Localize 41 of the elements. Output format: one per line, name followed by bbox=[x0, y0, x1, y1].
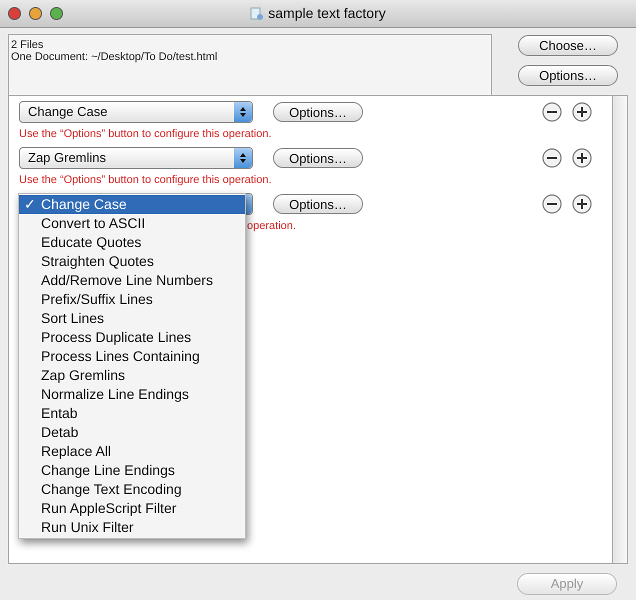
menu-item[interactable]: Change Line Endings bbox=[19, 461, 245, 480]
document-gear-icon bbox=[250, 6, 264, 20]
menu-item[interactable]: Run Unix Filter bbox=[19, 518, 245, 537]
menu-item[interactable]: Convert to ASCII bbox=[19, 214, 245, 233]
add-icon[interactable] bbox=[572, 148, 592, 168]
options-button[interactable]: Options… bbox=[273, 148, 363, 168]
menu-item[interactable]: Educate Quotes bbox=[19, 233, 245, 252]
menu-item[interactable]: Replace All bbox=[19, 442, 245, 461]
remove-icon[interactable] bbox=[542, 102, 562, 122]
remove-icon[interactable] bbox=[542, 148, 562, 168]
close-button[interactable] bbox=[8, 7, 21, 20]
add-icon[interactable] bbox=[572, 102, 592, 122]
operation-popup[interactable]: Change Case bbox=[19, 101, 253, 123]
zoom-button[interactable] bbox=[50, 7, 63, 20]
options-button[interactable]: Options… bbox=[273, 194, 363, 214]
menu-item[interactable]: Run AppleScript Filter bbox=[19, 499, 245, 518]
menu-item[interactable]: Process Duplicate Lines bbox=[19, 328, 245, 347]
hint-text: Use the “Options” button to configure this operation. bbox=[19, 173, 272, 188]
menu-item[interactable]: Sort Lines bbox=[19, 309, 245, 328]
menu-item[interactable]: Entab bbox=[19, 404, 245, 423]
menu-item[interactable]: Detab bbox=[19, 423, 245, 442]
menu-item[interactable]: ✓ Change Case bbox=[19, 195, 245, 214]
menu-item[interactable]: Prefix/Suffix Lines bbox=[19, 290, 245, 309]
side-button[interactable]: Choose… bbox=[518, 35, 618, 56]
minimize-button[interactable] bbox=[29, 7, 42, 20]
file-info-text: 2 Files bbox=[11, 39, 44, 51]
operation-popup[interactable]: Zap Gremlins bbox=[19, 147, 253, 169]
options-button[interactable]: Options… bbox=[273, 102, 363, 122]
menu-item[interactable]: Normalize Line Endings bbox=[19, 385, 245, 404]
window-title: sample text factory bbox=[268, 4, 386, 23]
hint-text: operation. bbox=[247, 219, 296, 234]
menu-item[interactable]: Process Lines Containing bbox=[19, 347, 245, 366]
side-button[interactable]: Options… bbox=[518, 65, 618, 86]
file-info-text: One Document: ~/Desktop/To Do/test.html bbox=[11, 51, 218, 63]
menu-item[interactable]: Add/Remove Line Numbers bbox=[19, 271, 245, 290]
menu-item[interactable]: Straighten Quotes bbox=[19, 252, 245, 271]
hint-text: Use the “Options” button to configure this operation. bbox=[19, 127, 272, 142]
remove-icon[interactable] bbox=[542, 194, 562, 214]
add-icon[interactable] bbox=[572, 194, 592, 214]
menu-item[interactable]: Change Text Encoding bbox=[19, 480, 245, 499]
menu-item[interactable]: Zap Gremlins bbox=[19, 366, 245, 385]
